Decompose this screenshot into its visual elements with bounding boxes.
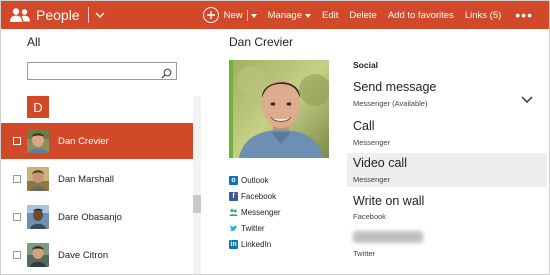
linkedin-icon: in (229, 239, 238, 249)
source-twitter-link[interactable]: Twitter (229, 220, 281, 236)
list-title: All (27, 35, 41, 49)
contact-avatar (27, 129, 49, 153)
action-subtitle: Facebook (353, 212, 386, 221)
source-label: Facebook (241, 191, 277, 201)
source-label: Messenger (241, 207, 281, 217)
twitter-icon (229, 224, 238, 233)
contact-name: Dan Crevier (58, 135, 109, 147)
app-brand[interactable]: People (9, 1, 105, 29)
social-heading: Social (353, 60, 379, 70)
call-action[interactable]: Call Messenger (347, 119, 547, 149)
source-messenger-link[interactable]: Messenger (229, 204, 281, 220)
new-button-label: New (223, 9, 243, 21)
profile-pane: Dan Crevier o Outlook f Facebook Messeng… (203, 29, 333, 274)
action-subtitle: Twitter (353, 249, 376, 258)
chevron-down-icon[interactable] (521, 91, 533, 104)
profile-photo (233, 60, 329, 158)
source-label: LinkedIn (241, 239, 272, 249)
caret-down-icon[interactable] (250, 10, 257, 21)
edit-button-label: Edit (321, 9, 339, 21)
delete-button-label: Delete (349, 9, 377, 21)
group-letter-d[interactable]: D (27, 96, 49, 118)
links-button-label: Links (5) (464, 9, 502, 21)
contact-avatar (27, 205, 49, 229)
contact-name: Dare Obasanjo (58, 211, 122, 223)
messenger-icon (229, 208, 238, 217)
contact-avatar (27, 167, 49, 191)
people-icon (9, 7, 31, 23)
source-label: Outlook (241, 175, 269, 185)
contact-item-dave-citron[interactable]: Dave Citron (1, 237, 193, 273)
new-button[interactable]: New (202, 7, 257, 23)
action-title: Call (353, 119, 375, 133)
contact-checkbox[interactable] (13, 213, 21, 221)
chevron-down-icon[interactable] (95, 12, 105, 19)
contact-item-dan-marshall[interactable]: Dan Marshall (1, 161, 193, 197)
action-title: Write on wall (353, 194, 425, 208)
new-divider (246, 9, 248, 21)
search-input[interactable] (27, 62, 177, 80)
contact-item-dare-obasanjo[interactable]: Dare Obasanjo (1, 199, 193, 235)
send-message-action[interactable]: Send message Messenger (Available) (347, 80, 547, 110)
scrollbar-track[interactable] (193, 96, 201, 274)
contact-checkbox[interactable] (13, 251, 21, 259)
contact-checkbox[interactable] (13, 175, 21, 183)
people-app-window: People New Manage Edit Delete Add to fav… (0, 0, 550, 275)
title-divider (87, 7, 89, 23)
scrollbar-thumb[interactable] (193, 195, 201, 213)
top-bar: People New Manage Edit Delete Add to fav… (1, 1, 549, 29)
delete-button[interactable]: Delete (349, 10, 376, 21)
linked-accounts: o Outlook f Facebook Messenger Twitter i… (229, 172, 281, 252)
action-subtitle: Messenger (Available) (353, 99, 428, 108)
source-outlook-link[interactable]: o Outlook (229, 172, 281, 188)
app-title: People (36, 7, 80, 23)
command-bar: New Manage Edit Delete Add to favorites (202, 1, 533, 29)
links-button[interactable]: Links (5) (465, 10, 501, 21)
more-icon: ••• (515, 7, 533, 23)
contact-name: Dave Citron (58, 249, 109, 261)
edit-button[interactable]: Edit (322, 10, 338, 21)
twitter-action[interactable]: Twitter (347, 229, 547, 259)
social-actions-pane: Social Send message Messenger (Available… (347, 29, 547, 274)
manage-button-label: Manage (267, 9, 302, 21)
plus-icon (202, 7, 219, 23)
add-to-favorites-button[interactable]: Add to favorites (388, 10, 454, 21)
manage-button[interactable]: Manage (268, 10, 311, 21)
video-call-action[interactable]: Video call Messenger (347, 153, 547, 187)
add-to-favorites-label: Add to favorites (387, 9, 454, 21)
contact-item-dan-crevier[interactable]: Dan Crevier (1, 123, 193, 159)
contact-name: Dan Marshall (58, 173, 114, 185)
source-label: Twitter (241, 223, 265, 233)
action-title: Send message (353, 80, 437, 94)
action-subtitle: Messenger (353, 138, 391, 147)
source-facebook-link[interactable]: f Facebook (229, 188, 281, 204)
action-title: Video call (353, 156, 407, 170)
write-on-wall-action[interactable]: Write on wall Facebook (347, 194, 547, 224)
contact-list-pane: All D Dan Crevier Dan Marshall Dare Obas… (1, 29, 203, 274)
profile-name: Dan Crevier (229, 35, 294, 49)
outlook-icon: o (229, 175, 238, 185)
contact-checkbox[interactable] (13, 137, 21, 145)
caret-down-icon (304, 10, 311, 21)
source-linkedin-link[interactable]: in LinkedIn (229, 236, 281, 252)
facebook-icon: f (229, 191, 238, 201)
more-button[interactable]: ••• (515, 7, 533, 23)
contact-avatar (27, 243, 49, 267)
action-subtitle: Messenger (353, 175, 391, 184)
search-icon[interactable] (161, 66, 172, 79)
